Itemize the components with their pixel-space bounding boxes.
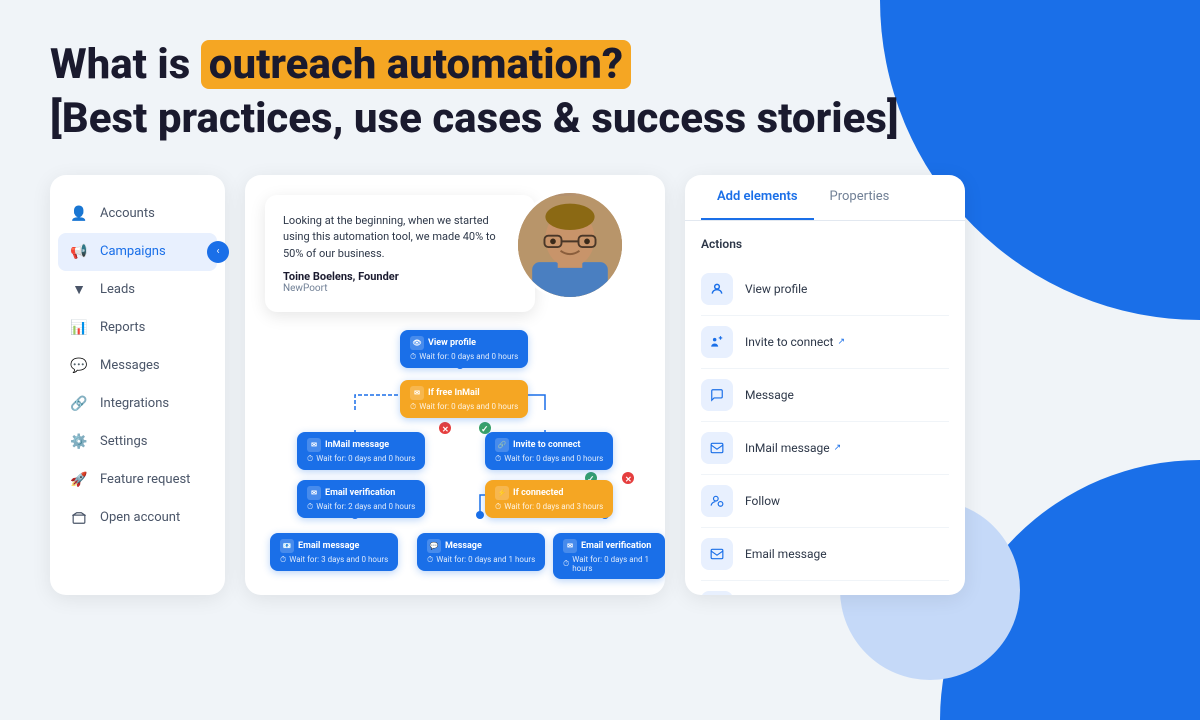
svg-text:✕: ✕ <box>625 475 632 484</box>
accounts-icon: 👤 <box>70 205 88 223</box>
flow-node-email-verification: ✉ Email verification ⏱Wait for: 2 days a… <box>297 480 425 518</box>
testimonial-author: Toine Boelens, Founder <box>283 270 517 283</box>
sidebar-label-settings: Settings <box>100 434 147 449</box>
testimonial-text: Looking at the beginning, when we starte… <box>283 213 517 263</box>
inmail-icon: ✉ <box>410 386 424 400</box>
node-label-view-profile: View profile <box>428 338 476 348</box>
mockup-container: 👤 Accounts 📢 Campaigns ‹ ▼ Leads 📊 Repor… <box>50 175 1150 595</box>
leads-icon: ▼ <box>70 281 88 299</box>
testimonial-card: Looking at the beginning, when we starte… <box>265 195 535 313</box>
action-icon-follow <box>701 485 733 517</box>
action-message[interactable]: Message <box>701 369 949 422</box>
sidebar-item-feature-request[interactable]: 🚀 Feature request <box>50 461 225 499</box>
node-label-message: Message <box>445 541 482 551</box>
avatar <box>515 190 625 300</box>
external-link-icon: ↗ <box>837 337 845 347</box>
tab-properties[interactable]: Properties <box>814 175 906 220</box>
action-inmail-message[interactable]: InMail message ↗ <box>701 422 949 475</box>
svg-text:✕: ✕ <box>442 425 449 434</box>
integrations-icon: 🔗 <box>70 395 88 413</box>
sidebar-label-open-account: Open account <box>100 510 180 525</box>
reports-icon: 📊 <box>70 319 88 337</box>
panel-tabs: Add elements Properties <box>685 175 965 221</box>
node-label-email-verification-2: Email verification <box>581 541 651 551</box>
action-email-message[interactable]: Email message <box>701 528 949 581</box>
sidebar-item-messages[interactable]: 💬 Messages <box>50 347 225 385</box>
action-icon-find-email <box>701 591 733 595</box>
node-sublabel-view-profile: ⏱Wait for: 0 days and 0 hours <box>410 352 518 362</box>
flow-diagram-area: Looking at the beginning, when we starte… <box>245 175 665 595</box>
sidebar-label-reports: Reports <box>100 320 145 335</box>
feature-request-icon: 🚀 <box>70 471 88 489</box>
page-title-line2: [Best practices, use cases & success sto… <box>50 94 1150 144</box>
inmail-message-icon: ✉ <box>307 438 321 452</box>
sidebar-item-accounts[interactable]: 👤 Accounts <box>50 195 225 233</box>
node-label-if-connected: If connected <box>513 488 563 498</box>
panel-content: Actions View profile Invite to connect ↗ <box>685 221 965 595</box>
view-profile-icon: 👁 <box>410 336 424 350</box>
external-link-icon-2: ↗ <box>834 443 842 453</box>
action-label-invite-to-connect: Invite to connect ↗ <box>745 335 845 349</box>
email-verification-icon: ✉ <box>307 486 321 500</box>
highlight-text: outreach automation? <box>201 40 631 89</box>
sidebar-label-accounts: Accounts <box>100 206 155 221</box>
action-follow[interactable]: Follow <box>701 475 949 528</box>
flow-node-email-message-1: 📧 Email message ⏱Wait for: 3 days and 0 … <box>270 533 398 571</box>
action-label-view-profile: View profile <box>745 282 807 296</box>
sidebar-item-reports[interactable]: 📊 Reports <box>50 309 225 347</box>
sidebar-item-open-account[interactable]: Open account <box>50 499 225 537</box>
flow-node-inmail-message: ✉ InMail message ⏱Wait for: 0 days and 0… <box>297 432 425 470</box>
sidebar-label-feature-request: Feature request <box>100 472 190 487</box>
sidebar-item-leads[interactable]: ▼ Leads <box>50 271 225 309</box>
sidebar-label-integrations: Integrations <box>100 396 169 411</box>
if-connected-icon: ⚡ <box>495 486 509 500</box>
flow-node-if-free-inmail: ✉ If free InMail ⏱Wait for: 0 days and 0… <box>400 380 528 418</box>
tab-add-elements[interactable]: Add elements <box>701 175 814 220</box>
node-label-inmail-message: InMail message <box>325 440 389 450</box>
flow-node-invite-to-connect: 🔗 Invite to connect ⏱Wait for: 0 days an… <box>485 432 613 470</box>
sidebar-item-campaigns[interactable]: 📢 Campaigns ‹ <box>58 233 217 271</box>
sidebar-label-campaigns: Campaigns <box>100 244 166 259</box>
action-icon-view-profile <box>701 273 733 305</box>
action-find-email[interactable]: Find & verify business email via your so… <box>701 581 949 595</box>
action-label-email-message: Email message <box>745 547 827 561</box>
action-label-inmail-message: InMail message ↗ <box>745 441 841 455</box>
testimonial-company: NewPoort <box>283 283 517 294</box>
node-label-invite-to-connect: Invite to connect <box>513 440 580 450</box>
invite-icon: 🔗 <box>495 438 509 452</box>
right-panel: Add elements Properties Actions View pro… <box>685 175 965 595</box>
panel-section-title: Actions <box>701 237 949 251</box>
messages-icon: 💬 <box>70 357 88 375</box>
sidebar-label-leads: Leads <box>100 282 135 297</box>
action-label-follow: Follow <box>745 494 780 508</box>
node-label-email-verification: Email verification <box>325 488 395 498</box>
action-icon-inmail-message <box>701 432 733 464</box>
action-icon-invite-to-connect <box>701 326 733 358</box>
node-label-if-free-inmail: If free InMail <box>428 388 480 398</box>
sidebar: 👤 Accounts 📢 Campaigns ‹ ▼ Leads 📊 Repor… <box>50 175 225 595</box>
sidebar-item-integrations[interactable]: 🔗 Integrations <box>50 385 225 423</box>
message-icon: 💬 <box>427 539 441 553</box>
action-icon-message <box>701 379 733 411</box>
action-label-message: Message <box>745 388 794 402</box>
flow-node-message: 💬 Message ⏱Wait for: 0 days and 1 hours <box>417 533 545 571</box>
action-view-profile[interactable]: View profile <box>701 263 949 316</box>
flow-node-if-connected: ⚡ If connected ⏱Wait for: 0 days and 3 h… <box>485 480 613 518</box>
sidebar-chevron: ‹ <box>207 241 229 263</box>
sidebar-item-settings[interactable]: ⚙️ Settings <box>50 423 225 461</box>
settings-icon: ⚙️ <box>70 433 88 451</box>
flow-node-view-profile: 👁 View profile ⏱Wait for: 0 days and 0 h… <box>400 330 528 368</box>
sidebar-label-messages: Messages <box>100 358 160 373</box>
page-title-line1: What is outreach automation? <box>50 40 1150 90</box>
node-label-email-message-1: Email message <box>298 541 359 551</box>
action-icon-email-message <box>701 538 733 570</box>
email-verification2-icon: ✉ <box>563 539 577 553</box>
email-msg-icon: 📧 <box>280 539 294 553</box>
flow-node-email-verification-2: ✉ Email verification ⏱Wait for: 0 days a… <box>553 533 665 579</box>
campaigns-icon: 📢 <box>70 243 88 261</box>
open-account-icon <box>70 509 88 527</box>
action-invite-to-connect[interactable]: Invite to connect ↗ <box>701 316 949 369</box>
